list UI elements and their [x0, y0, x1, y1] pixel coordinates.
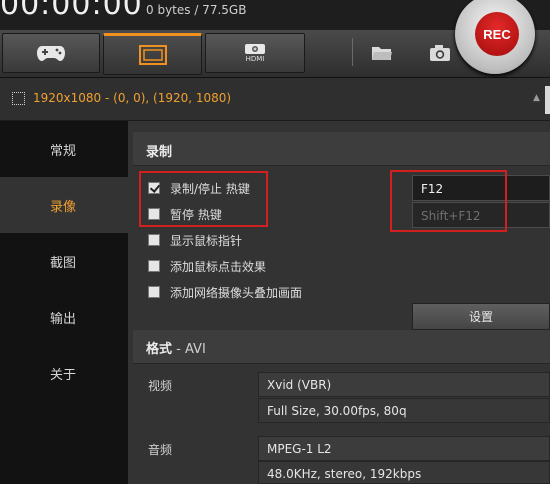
window-edge — [545, 86, 550, 114]
sidebar-item-label: 常规 — [50, 143, 77, 159]
sidebar-item-about[interactable]: 关于 — [0, 345, 128, 401]
folder-icon[interactable] — [371, 44, 393, 66]
format-section-title: 格式 — [146, 342, 173, 357]
webcam-overlay-label: 添加网络摄像头叠加画面 — [170, 286, 303, 300]
sidebar-item-output[interactable]: 输出 — [0, 289, 128, 345]
recording-timer: 00:00:00 — [0, 0, 143, 22]
click-effect-label: 添加鼠标点击效果 — [170, 260, 267, 274]
scroll-up-icon[interactable]: ▲ — [533, 93, 540, 103]
game-mode-tab[interactable] — [2, 33, 100, 73]
webcam-overlay-checkbox[interactable] — [148, 286, 160, 298]
sidebar-item-general[interactable]: 常规 — [0, 121, 128, 177]
show-cursor-label: 显示鼠标指针 — [170, 234, 243, 248]
audio-codec-field[interactable]: MPEG-1 L2 — [258, 436, 550, 461]
record-section-header — [133, 132, 550, 166]
format-section-title-row: 格式 - AVI — [146, 338, 206, 357]
video-label: 视频 — [148, 379, 173, 393]
hdmi-label: HDMI — [245, 54, 265, 63]
video-codec-field[interactable]: Xvid (VBR) — [258, 372, 550, 397]
audio-params-field[interactable]: 48.0KHz, stereo, 192kbps — [258, 461, 550, 484]
click-effect-checkbox[interactable] — [148, 260, 160, 272]
selection-area-icon[interactable] — [12, 92, 25, 105]
format-separator: - — [172, 342, 185, 357]
screen-mode-tab[interactable] — [103, 33, 202, 75]
record-section-title: 录制 — [146, 145, 173, 160]
sidebar-item-label: 截图 — [50, 255, 77, 271]
toolbar-divider — [352, 38, 353, 66]
sidebar-item-label: 输出 — [50, 311, 77, 327]
hotkey-field-highlight — [390, 170, 507, 232]
sidebar-item-label: 录像 — [50, 199, 77, 215]
sidebar-item-label: 关于 — [50, 367, 77, 383]
screen-rectangle-icon — [138, 44, 168, 66]
file-size-readout: 0 bytes / 77.5GB — [146, 3, 247, 17]
audio-label: 音频 — [148, 443, 173, 457]
sidebar-item-video[interactable]: 录像 — [0, 177, 128, 233]
show-cursor-checkbox[interactable] — [148, 234, 160, 246]
rec-button-label[interactable]: REC — [475, 12, 519, 56]
gamepad-icon — [36, 44, 66, 62]
hdmi-device-icon: HDMI — [244, 43, 266, 64]
format-container: AVI — [184, 342, 206, 357]
video-params-field[interactable]: Full Size, 30.00fps, 80q — [258, 398, 550, 423]
settings-button[interactable]: 设置 — [412, 303, 550, 330]
hdmi-mode-tab[interactable]: HDMI — [205, 33, 305, 73]
capture-area-text: 1920x1080 - (0, 0), (1920, 1080) — [33, 91, 232, 105]
hotkey-checkbox-highlight — [139, 171, 268, 227]
sidebar-item-screenshot[interactable]: 截图 — [0, 233, 128, 289]
camera-icon[interactable] — [429, 44, 451, 66]
